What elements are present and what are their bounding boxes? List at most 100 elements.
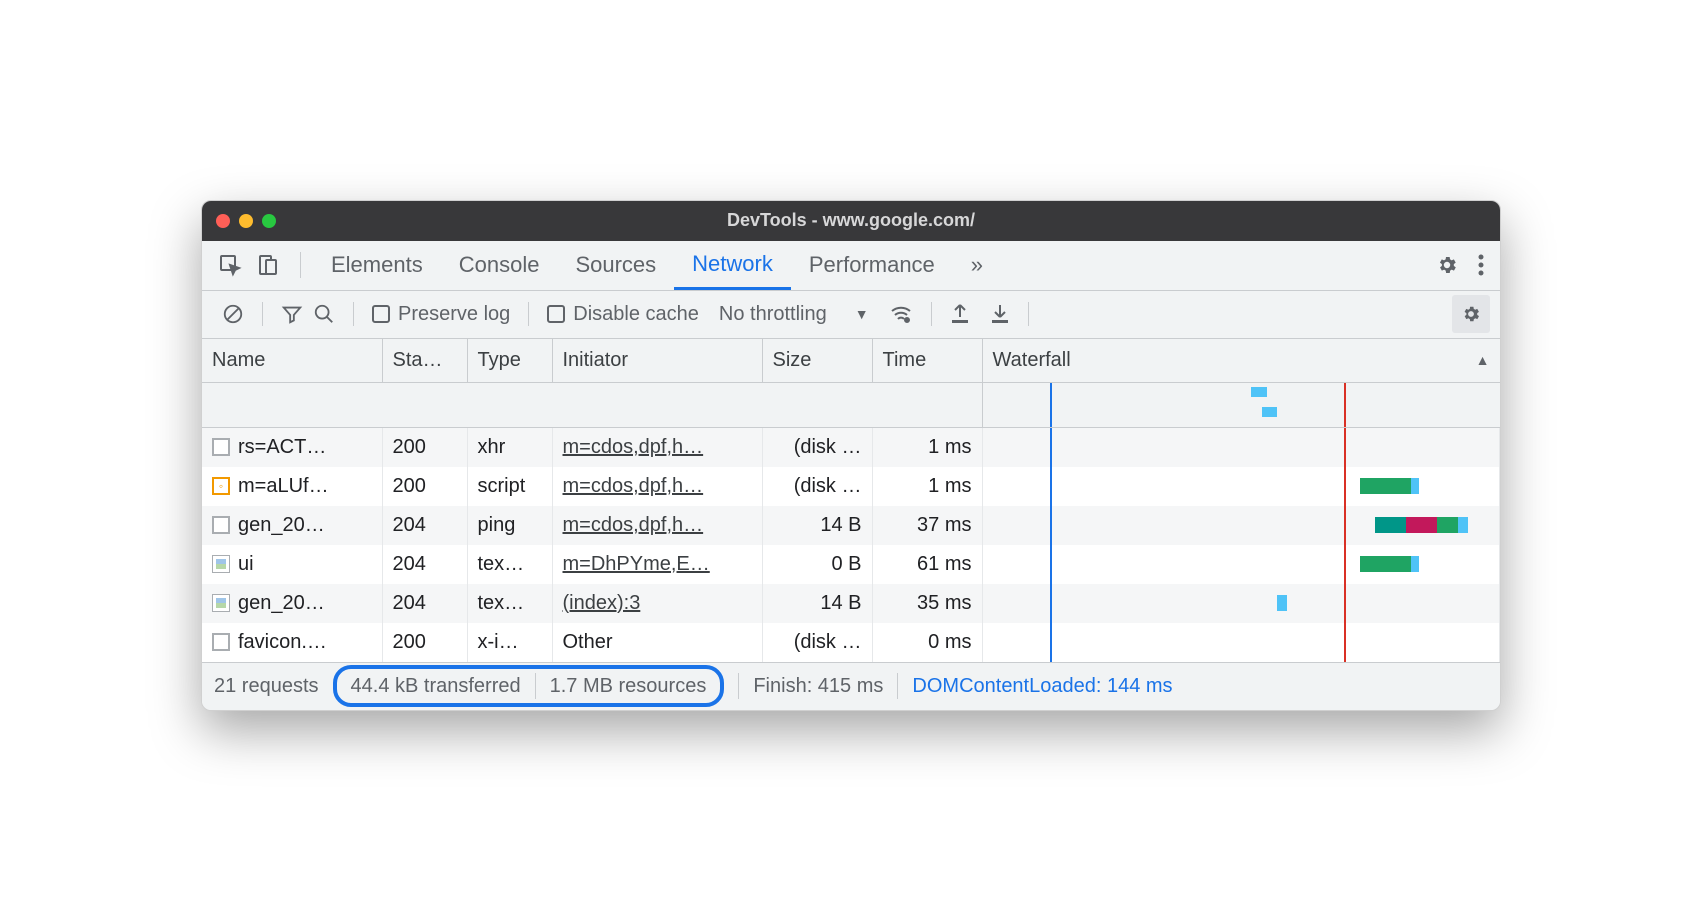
request-time: 37 ms	[872, 506, 982, 545]
table-row[interactable]: ui 204tex… m=DhPYme,E… 0 B61 ms	[202, 545, 1500, 584]
status-bar: 21 requests 44.4 kB transferred 1.7 MB r…	[202, 662, 1500, 710]
requests-table: Name Sta… Type Initiator Size Time Water…	[202, 339, 1500, 662]
tab-performance[interactable]: Performance	[791, 241, 953, 290]
col-initiator[interactable]: Initiator	[552, 339, 762, 383]
search-icon[interactable]	[313, 303, 335, 325]
request-name: gen_20…	[238, 592, 325, 615]
filter-icon[interactable]	[281, 303, 303, 325]
request-name: rs=ACT…	[238, 436, 326, 459]
sort-indicator-icon: ▲	[1476, 352, 1490, 368]
col-waterfall[interactable]: Waterfall ▲	[982, 339, 1500, 383]
status-domcontentloaded: DOMContentLoaded: 144 ms	[912, 675, 1172, 698]
waterfall-cell	[983, 623, 1500, 662]
col-type[interactable]: Type	[467, 339, 552, 383]
tab-console[interactable]: Console	[441, 241, 558, 290]
request-status: 200	[382, 623, 467, 662]
request-name: gen_20…	[238, 514, 325, 537]
request-status: 204	[382, 584, 467, 623]
request-size: (disk …	[762, 623, 872, 662]
initiator-link[interactable]: (index):3	[563, 592, 641, 614]
waterfall-overview[interactable]	[983, 383, 1500, 427]
col-size[interactable]: Size	[762, 339, 872, 383]
table-row[interactable]: m=aLUf… 200script m=cdos,dpf,h… (disk …1 ms	[202, 467, 1500, 506]
table-row[interactable]: gen_20… 204tex… (index):3 14 B35 ms	[202, 584, 1500, 623]
request-status: 200	[382, 427, 467, 467]
col-time[interactable]: Time	[872, 339, 982, 383]
file-type-icon	[212, 633, 230, 651]
table-row[interactable]: rs=ACT… 200xhr m=cdos,dpf,h… (disk …1 ms	[202, 427, 1500, 467]
settings-gear-icon[interactable]	[1436, 254, 1458, 276]
col-name[interactable]: Name	[202, 339, 382, 383]
request-size: 14 B	[762, 584, 872, 623]
kebab-menu-icon[interactable]	[1478, 254, 1484, 276]
request-size: (disk …	[762, 467, 872, 506]
devtools-window: DevTools - www.google.com/ Elements Cons…	[201, 200, 1501, 711]
tab-sources[interactable]: Sources	[557, 241, 674, 290]
request-time: 0 ms	[872, 623, 982, 662]
tabs-overflow-button[interactable]: »	[953, 241, 1001, 290]
request-type: script	[467, 467, 552, 506]
waterfall-cell	[983, 506, 1500, 545]
initiator-link[interactable]: m=DhPYme,E…	[563, 553, 710, 575]
devtools-tabs: Elements Console Sources Network Perform…	[202, 241, 1500, 291]
close-window-button[interactable]	[216, 214, 230, 228]
throttling-dropdown[interactable]: No throttling ▼	[719, 303, 869, 326]
file-type-icon	[212, 477, 230, 495]
file-type-icon	[212, 594, 230, 612]
request-name: ui	[238, 553, 254, 576]
request-status: 204	[382, 545, 467, 584]
titlebar: DevTools - www.google.com/	[202, 201, 1500, 241]
initiator-link[interactable]: m=cdos,dpf,h…	[563, 514, 704, 536]
tab-network[interactable]: Network	[674, 241, 791, 290]
inspect-element-icon[interactable]	[218, 253, 242, 277]
network-settings-icon[interactable]	[1452, 295, 1490, 333]
clear-button[interactable]	[222, 303, 244, 325]
request-status: 200	[382, 467, 467, 506]
dropdown-arrow-icon: ▼	[855, 306, 869, 322]
network-toolbar: Preserve log Disable cache No throttling…	[202, 291, 1500, 339]
status-resources: 1.7 MB resources	[550, 675, 707, 698]
waterfall-cell	[983, 428, 1500, 467]
maximize-window-button[interactable]	[262, 214, 276, 228]
disable-cache-checkbox[interactable]: Disable cache	[547, 303, 699, 326]
request-status: 204	[382, 506, 467, 545]
request-name: favicon.…	[238, 631, 327, 654]
file-type-icon	[212, 555, 230, 573]
request-size: 0 B	[762, 545, 872, 584]
initiator-text: Other	[563, 631, 613, 653]
request-type: ping	[467, 506, 552, 545]
file-type-icon	[212, 516, 230, 534]
tab-elements[interactable]: Elements	[313, 241, 441, 290]
table-row[interactable]: favicon.… 200x-i… Other (disk …0 ms	[202, 623, 1500, 662]
request-size: (disk …	[762, 427, 872, 467]
export-har-icon[interactable]	[990, 303, 1010, 325]
window-title: DevTools - www.google.com/	[202, 210, 1500, 231]
request-time: 1 ms	[872, 467, 982, 506]
request-type: x-i…	[467, 623, 552, 662]
device-toolbar-icon[interactable]	[256, 253, 280, 277]
status-highlight: 44.4 kB transferred 1.7 MB resources	[333, 665, 725, 707]
request-name: m=aLUf…	[238, 475, 329, 498]
initiator-link[interactable]: m=cdos,dpf,h…	[563, 475, 704, 497]
window-controls	[216, 214, 276, 228]
status-transferred: 44.4 kB transferred	[351, 675, 521, 698]
waterfall-cell	[983, 467, 1500, 506]
waterfall-cell	[983, 584, 1500, 623]
table-row[interactable]: gen_20… 204ping m=cdos,dpf,h… 14 B37 ms	[202, 506, 1500, 545]
import-har-icon[interactable]	[950, 303, 970, 325]
request-time: 61 ms	[872, 545, 982, 584]
status-requests: 21 requests	[214, 675, 319, 698]
initiator-link[interactable]: m=cdos,dpf,h…	[563, 436, 704, 458]
network-conditions-icon[interactable]	[889, 302, 913, 326]
request-type: tex…	[467, 584, 552, 623]
request-type: tex…	[467, 545, 552, 584]
request-time: 35 ms	[872, 584, 982, 623]
minimize-window-button[interactable]	[239, 214, 253, 228]
request-type: xhr	[467, 427, 552, 467]
status-finish: Finish: 415 ms	[753, 675, 883, 698]
request-time: 1 ms	[872, 427, 982, 467]
request-size: 14 B	[762, 506, 872, 545]
col-status[interactable]: Sta…	[382, 339, 467, 383]
preserve-log-checkbox[interactable]: Preserve log	[372, 303, 510, 326]
waterfall-cell	[983, 545, 1500, 584]
